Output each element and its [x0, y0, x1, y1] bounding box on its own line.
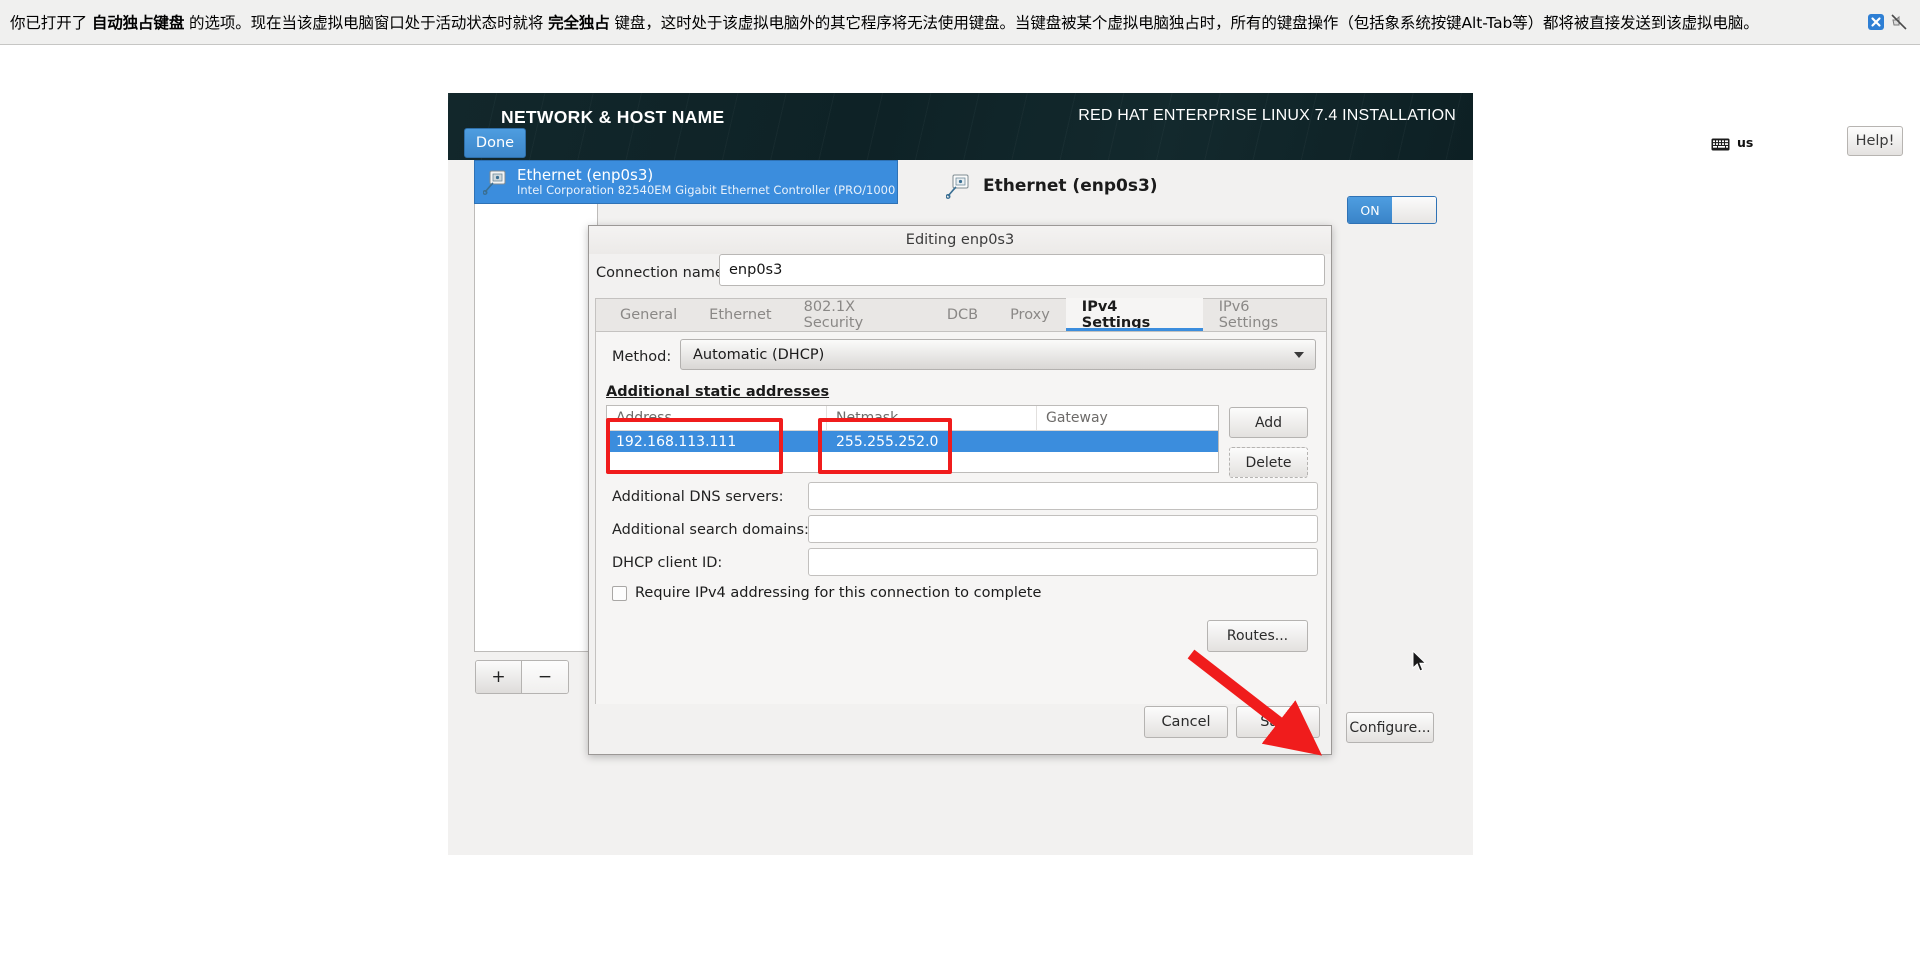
tab-bar: General Ethernet 802.1X Security DCB Pro… — [596, 298, 1326, 332]
ipv4-settings-page: Method: Automatic (DHCP) Additional stat… — [596, 332, 1326, 704]
editing-connection-dialog: Editing enp0s3 Connection name: enp0s3 G… — [588, 225, 1332, 755]
device-detail-title: Ethernet (enp0s3) — [983, 176, 1158, 196]
search-domains-label: Additional search domains: — [612, 522, 809, 538]
delete-address-button[interactable]: Delete — [1229, 447, 1308, 478]
dhcp-client-id-label: DHCP client ID: — [612, 555, 723, 571]
chevron-down-icon — [1294, 351, 1304, 358]
mouse-cursor — [1412, 650, 1427, 672]
search-domains-input[interactable] — [808, 515, 1318, 543]
connection-name-label: Connection name: — [596, 265, 729, 281]
cancel-button[interactable]: Cancel — [1144, 706, 1228, 738]
configure-button[interactable]: Configure... — [1346, 712, 1434, 743]
save-button[interactable]: Save — [1236, 706, 1320, 738]
help-button[interactable]: Help! — [1847, 126, 1903, 156]
banner-seg-3: 键盘，这时处于该虚拟电脑外的其它程序将无法使用键盘。当键盘被某个虚拟电脑独占时，… — [609, 14, 1759, 32]
table-empty-area — [607, 452, 1218, 472]
remove-device-button[interactable]: − — [522, 661, 568, 693]
connection-name-row: Connection name: enp0s3 — [589, 254, 1333, 294]
cell-address: 192.168.113.111 — [616, 433, 737, 450]
column-header-netmask: Netmask — [827, 406, 1037, 430]
require-ipv4-checkbox[interactable] — [612, 585, 627, 601]
banner-bold-2: 完全独占 — [548, 14, 610, 32]
device-detail-heading: Ethernet (enp0s3) — [945, 173, 1158, 200]
no-notify-icon[interactable] — [1890, 13, 1908, 31]
cell-gateway — [1037, 431, 1218, 452]
require-ipv4-label: Require IPv4 addressing for this connect… — [635, 585, 1042, 601]
dialog-action-bar: Cancel Save — [589, 706, 1333, 746]
page-title: NETWORK & HOST NAME — [501, 107, 725, 127]
additional-static-addresses-heading: Additional static addresses — [606, 384, 830, 400]
cell-netmask: 255.255.252.0 — [836, 433, 939, 450]
tab-general[interactable]: General — [604, 298, 693, 331]
toggle-state-label: ON — [1348, 197, 1392, 223]
method-label: Method: — [612, 349, 672, 365]
static-address-table[interactable]: Address Netmask Gateway 192.168.113.111 … — [606, 405, 1219, 473]
tab-dcb[interactable]: DCB — [931, 298, 994, 331]
table-header-row: Address Netmask Gateway — [607, 406, 1218, 431]
device-list-toolbar: + − — [475, 660, 569, 694]
device-item-texts: Ethernet (enp0s3) Intel Corporation 8254… — [517, 166, 897, 197]
banner-seg-1: 你已打开了 — [10, 14, 92, 32]
list-item-ethernet-enp0s3[interactable]: Ethernet (enp0s3) Intel Corporation 8254… — [474, 160, 898, 204]
table-row[interactable]: 192.168.113.111 255.255.252.0 — [607, 431, 1218, 452]
column-header-gateway: Gateway — [1046, 410, 1108, 426]
connection-name-input[interactable]: enp0s3 — [719, 254, 1325, 286]
tab-proxy[interactable]: Proxy — [994, 298, 1066, 331]
tab-802-1x-security[interactable]: 802.1X Security — [788, 298, 931, 331]
network-enable-toggle[interactable]: ON — [1347, 196, 1437, 224]
column-header-address: Address — [607, 406, 827, 430]
keyboard-layout-indicator[interactable]: us — [1704, 130, 1808, 155]
dialog-title: Editing enp0s3 — [589, 226, 1331, 254]
tab-ethernet[interactable]: Ethernet — [693, 298, 787, 331]
keyboard-icon — [1711, 136, 1730, 151]
tab-ipv4-settings[interactable]: IPv4 Settings — [1065, 298, 1203, 331]
banner-bold-1: 自动独占键盘 — [91, 14, 185, 32]
toggle-knob — [1392, 197, 1436, 223]
method-select[interactable]: Automatic (DHCP) — [680, 339, 1316, 370]
dns-servers-input[interactable] — [808, 482, 1318, 510]
banner-seg-2: 的选项。现在当该虚拟电脑窗口处于活动状态时就将 — [184, 14, 549, 32]
banner-message: 你已打开了 自动独占键盘 的选项。现在当该虚拟电脑窗口处于活动状态时就将 完全独… — [10, 11, 1759, 33]
add-address-button[interactable]: Add — [1229, 407, 1308, 438]
virtualbox-keyboard-banner: 你已打开了 自动独占键盘 的选项。现在当该虚拟电脑窗口处于活动状态时就将 完全独… — [0, 0, 1920, 45]
keyboard-layout-label: us — [1737, 135, 1754, 150]
dhcp-client-id-input[interactable] — [808, 548, 1318, 576]
done-button[interactable]: Done — [464, 128, 526, 158]
installer-header: NETWORK & HOST NAME RED HAT ENTERPRISE L… — [448, 93, 1473, 160]
device-name: Ethernet (enp0s3) — [517, 166, 654, 185]
routes-button[interactable]: Routes... — [1207, 620, 1308, 652]
add-device-button[interactable]: + — [476, 661, 523, 693]
wired-network-icon — [482, 169, 509, 196]
wired-network-icon — [945, 173, 972, 200]
device-description: Intel Corporation 82540EM Gigabit Ethern… — [517, 182, 897, 197]
settings-notebook: General Ethernet 802.1X Security DCB Pro… — [595, 298, 1327, 704]
banner-icons — [1867, 13, 1908, 31]
method-selected-value: Automatic (DHCP) — [693, 346, 825, 363]
close-icon[interactable] — [1867, 13, 1885, 31]
product-title: RED HAT ENTERPRISE LINUX 7.4 INSTALLATIO… — [1078, 107, 1456, 124]
device-list-panel — [474, 160, 598, 652]
dns-servers-label: Additional DNS servers: — [612, 489, 784, 505]
tab-ipv6-settings[interactable]: IPv6 Settings — [1203, 298, 1326, 331]
require-ipv4-row[interactable]: Require IPv4 addressing for this connect… — [612, 585, 1041, 601]
